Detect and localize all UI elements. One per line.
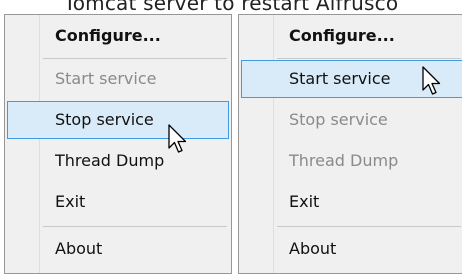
tray-context-menu-right: Configure... Start service Stop service …	[238, 14, 462, 274]
menu-item-about[interactable]: About	[241, 230, 462, 268]
menu-separator	[277, 226, 461, 227]
caption-text: Tomcat server to restart Alfrusco	[63, 0, 399, 15]
menu-separator	[43, 58, 227, 59]
arrow-cursor-icon	[168, 124, 187, 153]
menu-item-thread-dump: Thread Dump	[289, 151, 399, 170]
menu-separator	[277, 58, 461, 59]
menu-item-about[interactable]: About	[7, 230, 229, 268]
arrow-cursor-icon	[422, 66, 441, 95]
tray-context-menu-left: Configure... Start service Stop service …	[4, 14, 232, 274]
menu-item-thread-dump[interactable]: Thread Dump	[7, 142, 229, 180]
menu-item-configure[interactable]: Configure...	[7, 17, 229, 55]
menu-item-exit[interactable]: Exit	[7, 183, 229, 221]
menu-separator	[43, 226, 227, 227]
menu-item-start-service: Start service	[55, 69, 157, 88]
menu-item-exit[interactable]: Exit	[241, 183, 462, 221]
menu-item-configure[interactable]: Configure...	[241, 17, 462, 55]
menu-item-stop-service: Stop service	[289, 110, 388, 129]
menu-item-stop-service[interactable]: Stop service	[7, 101, 229, 139]
